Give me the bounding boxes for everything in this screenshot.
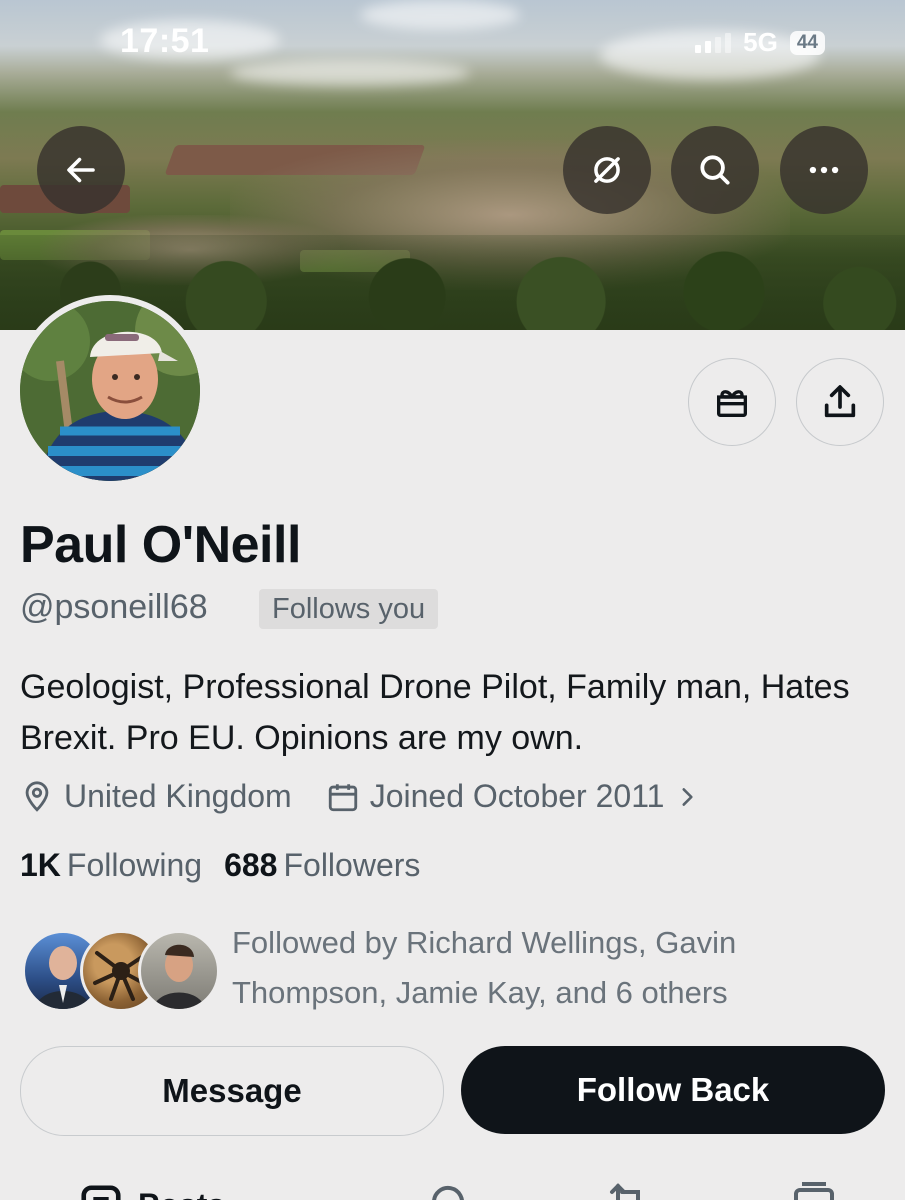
followers-link[interactable]: 688 Followers (224, 847, 420, 884)
profile-bio: Geologist, Professional Drone Pilot, Fam… (20, 668, 850, 757)
profile-meta: United Kingdom Joined October 2011 (20, 778, 734, 815)
joined-text: Joined October 2011 (369, 778, 665, 814)
posts-icon (81, 1185, 121, 1200)
share-icon (824, 385, 856, 418)
status-time: 17:51 (120, 22, 210, 60)
search-icon (700, 155, 730, 185)
gift-icon (717, 390, 747, 417)
chevron-down-icon (239, 1193, 263, 1200)
reposts-tab-icon[interactable] (604, 1178, 652, 1200)
followed-avatar-3 (138, 930, 220, 1012)
following-count: 1K (20, 847, 61, 883)
avatar-image (20, 301, 200, 481)
followed-by-text[interactable]: Followed by Richard Wellings, Gavin Thom… (232, 918, 792, 1018)
arrow-left-icon (67, 157, 95, 183)
location-item: United Kingdom (20, 778, 292, 815)
status-indicators: 5G 44 (695, 27, 825, 58)
more-button[interactable] (780, 126, 868, 214)
location-text: United Kingdom (64, 778, 292, 814)
followers-count: 688 (224, 847, 278, 883)
profile-tabs: Posts (0, 1168, 905, 1200)
follows-you-badge: Follows you (259, 589, 439, 629)
follow-back-button[interactable]: Follow Back (461, 1046, 885, 1134)
followed-by-avatars[interactable] (22, 930, 220, 1012)
network-type: 5G (743, 27, 778, 57)
profile-name: Paul O'Neill (20, 516, 301, 574)
back-button[interactable] (37, 126, 125, 214)
location-pin-icon (25, 780, 49, 812)
avatar[interactable] (14, 295, 206, 487)
search-button[interactable] (671, 126, 759, 214)
follow-counts: 1K Following 688 Followers (20, 847, 420, 884)
unlink-button[interactable] (563, 126, 651, 214)
calendar-icon (328, 783, 357, 811)
share-button[interactable] (796, 358, 884, 446)
followers-label: Followers (283, 847, 421, 883)
tab-posts[interactable]: Posts (78, 1182, 263, 1200)
more-icon (809, 166, 839, 174)
following-label: Following (66, 847, 203, 883)
signal-icon (695, 32, 732, 53)
profile-handle: @psoneill68 (20, 588, 208, 626)
replies-tab-icon[interactable] (424, 1178, 472, 1200)
media-tab-icon[interactable] (790, 1178, 838, 1200)
joined-item[interactable]: Joined October 2011 (326, 778, 701, 815)
gift-button[interactable] (688, 358, 776, 446)
chevron-right-icon (682, 787, 694, 806)
broken-link-icon (594, 157, 620, 183)
message-button[interactable]: Message (20, 1046, 444, 1136)
tab-posts-label: Posts (138, 1187, 225, 1200)
battery-icon: 44 (789, 30, 825, 55)
following-link[interactable]: 1K Following (20, 847, 202, 884)
